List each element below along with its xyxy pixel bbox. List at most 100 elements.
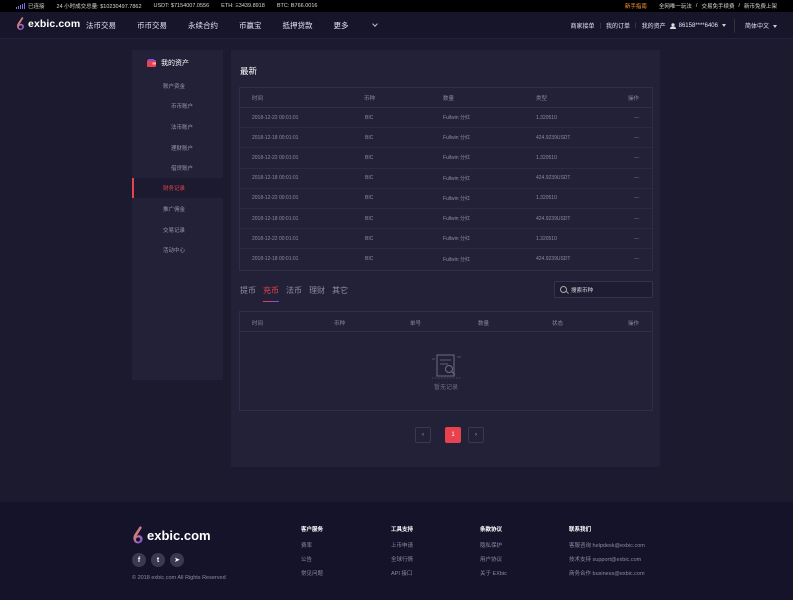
sidebar-item-loan-account[interactable]: 借贷账户: [132, 158, 223, 178]
tab-wealth[interactable]: 理财: [309, 285, 325, 296]
footer-link[interactable]: 上币申请: [391, 541, 413, 549]
footer-link[interactable]: 客服咨询 helpdesk@exbic.com: [569, 541, 645, 549]
row-action[interactable]: ---: [634, 135, 639, 141]
row-action[interactable]: ---: [634, 155, 639, 161]
row-amount: Fullwin 分红: [443, 216, 470, 223]
tab-fiat[interactable]: 法币: [286, 285, 302, 296]
signal-icon: [16, 3, 25, 9]
assets-sidebar: 我的资产 账户资金 币币账户 法币账户 理财账户 借贷账户 财务记录 推广佣金 …: [132, 50, 223, 380]
row-amount: Fullwin 分红: [443, 195, 470, 202]
row-time: 2018-12-18 00:01:01: [252, 215, 299, 222]
search-input[interactable]: 搜索币种: [554, 281, 653, 298]
footer-link[interactable]: 全球行情: [391, 555, 413, 563]
footer-logo[interactable]: exbic.com: [132, 526, 211, 545]
language-selector[interactable]: 简体中文: [745, 21, 777, 30]
telegram-icon[interactable]: ➤: [170, 553, 184, 567]
column-header: 操作: [628, 95, 640, 102]
row-time: 2018-12-18 00:01:01: [252, 256, 299, 263]
row-coin: BIC: [365, 114, 374, 121]
sidebar-item-coin-account[interactable]: 币币账户: [132, 96, 223, 116]
nav-perpetual[interactable]: 永续合约: [188, 20, 218, 31]
footer-column-contact: 联系我们 客服咨询 helpdesk@exbic.com 技术支持 suppor…: [569, 525, 645, 583]
row-action[interactable]: ---: [634, 236, 639, 242]
row-type: 424.9239USDT: [536, 134, 571, 141]
column-header: 数量: [478, 321, 490, 327]
row-type: 424.9239USDT: [536, 256, 571, 263]
site-logo[interactable]: exbic.com: [16, 17, 80, 31]
nav-fiat-trade[interactable]: 法币交易: [86, 20, 116, 31]
tab-deposit[interactable]: 充币: [263, 285, 279, 302]
footer-link[interactable]: 公告: [301, 555, 323, 563]
row-coin: BIC: [365, 215, 374, 222]
eth-volume: ETH: Ξ3439.8918: [221, 3, 265, 9]
column-header: 时间: [252, 321, 264, 327]
user-menu[interactable]: 86158****6406: [669, 22, 726, 29]
row-amount: Fullwin 分红: [443, 256, 470, 263]
row-action[interactable]: ---: [634, 216, 639, 222]
footer-link[interactable]: 隐私保护: [480, 541, 507, 549]
promo-link[interactable]: 新币免费上架: [744, 2, 777, 10]
main-panel: 最新 时间 币种 数量 类型 操作 2018-12-22 00:01:01 BIC…: [231, 50, 660, 467]
sidebar-item-label: 法币账户: [171, 125, 194, 131]
page-button-current[interactable]: 1: [445, 427, 461, 443]
footer-link[interactable]: 关于 EXbic: [480, 569, 507, 577]
empty-text: 暂无记录: [433, 385, 458, 391]
next-page-button[interactable]: ›: [468, 427, 484, 443]
footer-column-title: 工具支持: [391, 527, 414, 533]
merchant-link[interactable]: 商家接单: [570, 21, 594, 30]
copyright: © 2018 exbic.com All Rights Reserved: [132, 575, 226, 581]
row-action[interactable]: ---: [634, 256, 639, 262]
footer-column-tools: 工具支持 上币申请 全球行情 API 接口: [391, 525, 413, 583]
row-action[interactable]: ---: [634, 195, 639, 201]
newbie-guide-link[interactable]: 新手指南: [625, 2, 647, 10]
nav-more[interactable]: 更多: [334, 20, 378, 31]
row-time: 2018-12-18 00:01:01: [252, 134, 299, 141]
footer-column-title: 联系我们: [569, 527, 592, 533]
user-phone: 86158****6406: [678, 22, 718, 29]
sidebar-item-label: 账户资金: [163, 84, 186, 90]
prev-page-button[interactable]: ‹: [415, 427, 431, 443]
footer-link[interactable]: 用户协议: [480, 555, 507, 563]
sidebar-item-activity-center[interactable]: 活动中心: [132, 240, 223, 260]
promo-link[interactable]: 全网唯一玩法: [659, 2, 692, 10]
footer-link[interactable]: 常见问题: [301, 569, 323, 577]
sidebar-item-fiat-account[interactable]: 法币账户: [132, 117, 223, 137]
row-coin: BIC: [365, 175, 374, 182]
nav-loan[interactable]: 抵押贷款: [283, 20, 313, 31]
ticker-right-links: 新手指南 全网唯一玩法 / 交易免手续费 / 新币免费上架: [625, 0, 777, 12]
row-action[interactable]: ---: [634, 175, 639, 181]
row-coin: BIC: [365, 134, 374, 141]
table-row: 2018-12-22 00:01:01 BIC Fullwin 分红 1.320510…: [240, 108, 652, 129]
twitter-icon[interactable]: t: [151, 553, 165, 567]
tab-withdraw[interactable]: 提币: [240, 285, 256, 296]
sidebar-item-trade-records[interactable]: 交易记录: [132, 220, 223, 240]
row-coin: BIC: [365, 154, 374, 161]
column-header: 币种: [334, 321, 346, 327]
sidebar-item-label: 财务记录: [163, 186, 186, 192]
sidebar-item-finance-records[interactable]: 财务记录: [132, 178, 223, 198]
facebook-icon[interactable]: f: [132, 553, 146, 567]
sidebar-item-commission[interactable]: 推广佣金: [132, 199, 223, 219]
nav-coin-trade[interactable]: 币币交易: [137, 20, 167, 31]
my-orders-link[interactable]: 我的订单: [606, 21, 630, 30]
table-row: 2018-12-18 00:01:01 BIC Fullwin 分红 424.9239…: [240, 249, 652, 269]
footer-link[interactable]: 商务合作 business@exbic.com: [569, 569, 645, 577]
tab-other[interactable]: 其它: [332, 285, 348, 296]
column-header: 类型: [536, 95, 548, 102]
nav-coin-earn[interactable]: 币赢宝: [239, 20, 262, 31]
footer-link[interactable]: 技术支持 support@exbic.com: [569, 555, 645, 563]
row-time: 2018-12-22 00:01:01: [252, 235, 299, 242]
row-coin: BIC: [365, 235, 374, 242]
footer-link[interactable]: API 接口: [391, 569, 413, 577]
promo-link[interactable]: 交易免手续费: [701, 2, 734, 10]
table-header: 时间 币种 单号 数量 状态 操作: [240, 312, 652, 332]
sidebar-item-account-funds[interactable]: 账户资金: [132, 76, 223, 96]
row-type: 1.320510: [536, 114, 557, 121]
logo-text: exbic.com: [28, 18, 81, 30]
footer-link[interactable]: 费率: [301, 541, 323, 549]
sidebar-item-wealth-account[interactable]: 理财账户: [132, 138, 223, 158]
footer-column-service: 客户服务 费率 公告 常见问题: [301, 525, 323, 583]
my-assets-link[interactable]: 我的资产: [642, 21, 666, 30]
row-action[interactable]: ---: [634, 115, 639, 121]
table-body: 2018-12-22 00:01:01 BIC Fullwin 分红 1.320510…: [240, 108, 652, 270]
